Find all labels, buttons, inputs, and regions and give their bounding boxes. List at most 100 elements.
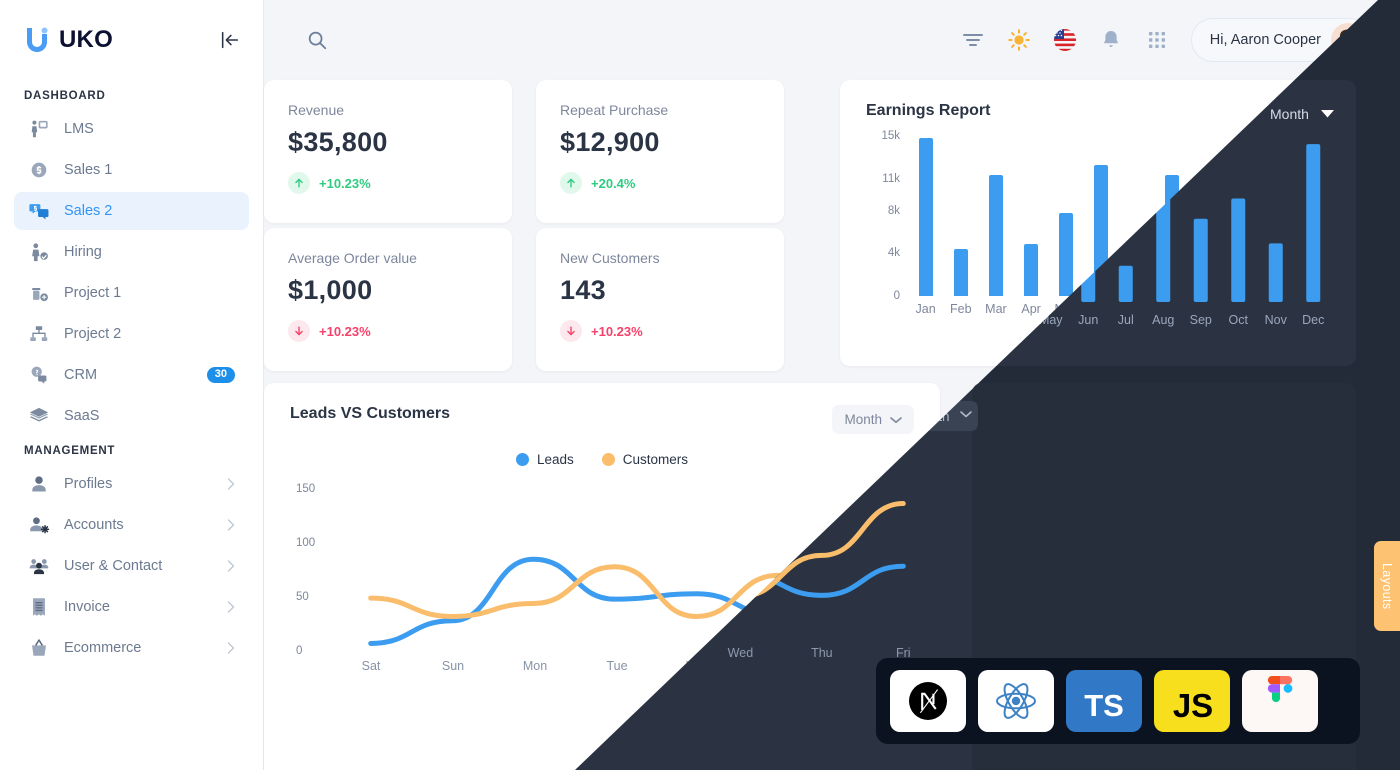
nextjs-icon[interactable] bbox=[890, 670, 966, 732]
filter-lines-icon[interactable] bbox=[961, 28, 985, 52]
earnings-bar bbox=[953, 249, 968, 296]
sidebar-item-invoice[interactable]: Invoice bbox=[14, 588, 249, 626]
sidebar-item-label: User & Contact bbox=[64, 558, 163, 574]
earnings-bar bbox=[988, 175, 1003, 296]
user-greeting: Hi, Aaron Cooper bbox=[1209, 32, 1321, 48]
accounts-icon bbox=[30, 517, 50, 534]
chevron-right-icon bbox=[227, 601, 235, 613]
sidebar-item-label: LMS bbox=[64, 121, 94, 137]
sidebar-item-label: Project 2 bbox=[64, 326, 122, 342]
leads-range-label: Month bbox=[844, 412, 882, 427]
sidebar-item-crm[interactable]: CRM 30 bbox=[14, 356, 249, 394]
earnings-x-tick: Jul bbox=[1128, 302, 1145, 316]
sidebar-item-hiring[interactable]: Hiring bbox=[14, 233, 249, 271]
earnings-bar-column bbox=[1260, 136, 1295, 296]
figma-icon[interactable] bbox=[1242, 670, 1318, 732]
project2-icon bbox=[30, 326, 48, 342]
leads-x-tick: Thu bbox=[770, 659, 792, 673]
sidebar-item-sales-1[interactable]: Sales 1 bbox=[14, 151, 249, 189]
earnings-bar-column bbox=[1225, 136, 1260, 296]
earnings-bar-column bbox=[1154, 136, 1189, 296]
earnings-x-tick: Jan bbox=[915, 302, 936, 316]
stat-value: 143 bbox=[560, 275, 606, 305]
sidebar-item-saas[interactable]: SaaS bbox=[14, 397, 249, 435]
brand[interactable]: UKO bbox=[24, 26, 113, 54]
earnings-bar-column bbox=[943, 136, 978, 296]
earnings-bar bbox=[1235, 192, 1250, 296]
stat-delta: +10.23% bbox=[560, 320, 760, 342]
stat-title: New Customers bbox=[560, 250, 660, 266]
collapse-sidebar-icon[interactable] bbox=[219, 29, 241, 51]
leads-range-selector[interactable]: Month bbox=[832, 405, 914, 434]
sun-theme-icon[interactable] bbox=[1007, 28, 1031, 52]
sidebar-item-label: Project 1 bbox=[64, 285, 122, 301]
layouts-tab[interactable]: Layouts bbox=[1374, 541, 1400, 631]
leads-y-tick: 100 bbox=[296, 537, 316, 549]
leads-x-tick: Wed bbox=[686, 659, 712, 673]
stat-card-revenue: Revenue $35,800 +10.23% bbox=[264, 80, 512, 223]
user-menu-button[interactable]: Hi, Aaron Cooper bbox=[1190, 18, 1372, 62]
earnings-bars bbox=[908, 136, 1330, 296]
typescript-icon[interactable]: TS bbox=[1066, 670, 1142, 732]
earnings-bar bbox=[918, 138, 933, 296]
leads-series-leads bbox=[368, 556, 862, 646]
earnings-bar bbox=[1305, 138, 1320, 296]
search-icon[interactable] bbox=[306, 29, 328, 51]
sidebar-item-user-contact[interactable]: User & Contact bbox=[14, 547, 249, 585]
sidebar-item-label: Invoice bbox=[64, 599, 110, 615]
users-icon bbox=[29, 559, 49, 575]
sidebar-brand-row: UKO bbox=[0, 0, 263, 80]
legend-label: Customers bbox=[622, 452, 689, 467]
sidebar-item-project-1[interactable]: Project 1 bbox=[14, 274, 249, 312]
project-status-title: Project Status bbox=[1110, 405, 1218, 422]
flag-us-icon[interactable] bbox=[1053, 28, 1077, 52]
sidebar-item-project-2[interactable]: Project 2 bbox=[14, 315, 249, 353]
earnings-range-selector[interactable]: Month bbox=[1268, 102, 1330, 118]
stat-delta-text: +10.23% bbox=[319, 175, 371, 191]
legend-dot bbox=[601, 453, 615, 466]
sidebar-item-label: Hiring bbox=[64, 244, 102, 260]
sidebar-item-label: Sales 2 bbox=[64, 203, 113, 219]
sidebar-item-ecommerce[interactable]: Ecommerce bbox=[14, 629, 249, 667]
sidebar-item-badge: 30 bbox=[206, 367, 235, 383]
leads-x-tick: Sun bbox=[441, 659, 465, 673]
stat-delta-text: +10.23% bbox=[319, 323, 371, 339]
stat-delta-text: +10.23% bbox=[591, 323, 643, 339]
earnings-x-axis: Jan Feb Mar Apr May Jun Jul Aug Sep Oct Nov Dec bbox=[908, 302, 1330, 316]
bell-notifications-icon[interactable] bbox=[1099, 28, 1123, 52]
sidebar-item-lms[interactable]: LMS bbox=[14, 110, 249, 148]
saas-icon bbox=[29, 407, 49, 422]
stat-title: Revenue bbox=[288, 102, 345, 118]
stat-card-repeat-purchase: Repeat Purchase $12,900 +20.4% bbox=[536, 80, 784, 223]
leads-y-tick: 50 bbox=[296, 591, 309, 603]
leads-series-customers bbox=[368, 521, 862, 619]
apps-grid-icon[interactable] bbox=[1145, 28, 1169, 52]
earnings-bar-column bbox=[1189, 136, 1224, 296]
legend-label: Leads bbox=[536, 452, 574, 467]
sidebar-section-title-management: MANAGEMENT bbox=[24, 445, 116, 457]
leads-x-axis: Sat Sun Mon Tue Wed Thu Fri bbox=[330, 659, 904, 673]
sidebar: UKO DASHBOARD LMS Sales 1 Sales 2 Hiring Proj… bbox=[0, 0, 264, 770]
dashboard-root: UKO DASHBOARD LMS Sales 1 Sales 2 Hiring Proj… bbox=[0, 0, 1400, 770]
earnings-bar bbox=[1199, 212, 1214, 296]
stat-delta: +10.23% bbox=[288, 320, 488, 342]
sidebar-item-label: SaaS bbox=[64, 408, 100, 424]
react-icon[interactable] bbox=[978, 670, 1054, 732]
earnings-x-tick: Aug bbox=[1160, 302, 1183, 316]
legend-item: Customers bbox=[601, 452, 689, 467]
sidebar-item-accounts[interactable]: Accounts bbox=[14, 506, 249, 544]
leads-line-plot bbox=[368, 521, 862, 646]
stat-delta: +10.23% bbox=[288, 172, 488, 194]
leads-x-tick: Tue bbox=[606, 659, 628, 673]
earnings-bar-column bbox=[1049, 136, 1084, 296]
earnings-chart: 0 4k 8k 11k 15k Jan Feb Mar Apr May Jun Jul Aug Sep O… bbox=[866, 130, 1330, 341]
lms-icon bbox=[31, 120, 48, 138]
sidebar-item-sales-2[interactable]: Sales 2 bbox=[14, 192, 249, 230]
sidebar-item-label: Ecommerce bbox=[64, 640, 142, 656]
javascript-icon[interactable]: JS bbox=[1154, 670, 1230, 732]
leads-title: Leads VS Customers bbox=[290, 405, 451, 422]
invoice-icon bbox=[33, 598, 45, 616]
sidebar-item-profiles[interactable]: Profiles bbox=[14, 465, 249, 503]
earnings-x-tick: Mar bbox=[985, 302, 1007, 316]
earnings-bar bbox=[1024, 243, 1039, 296]
